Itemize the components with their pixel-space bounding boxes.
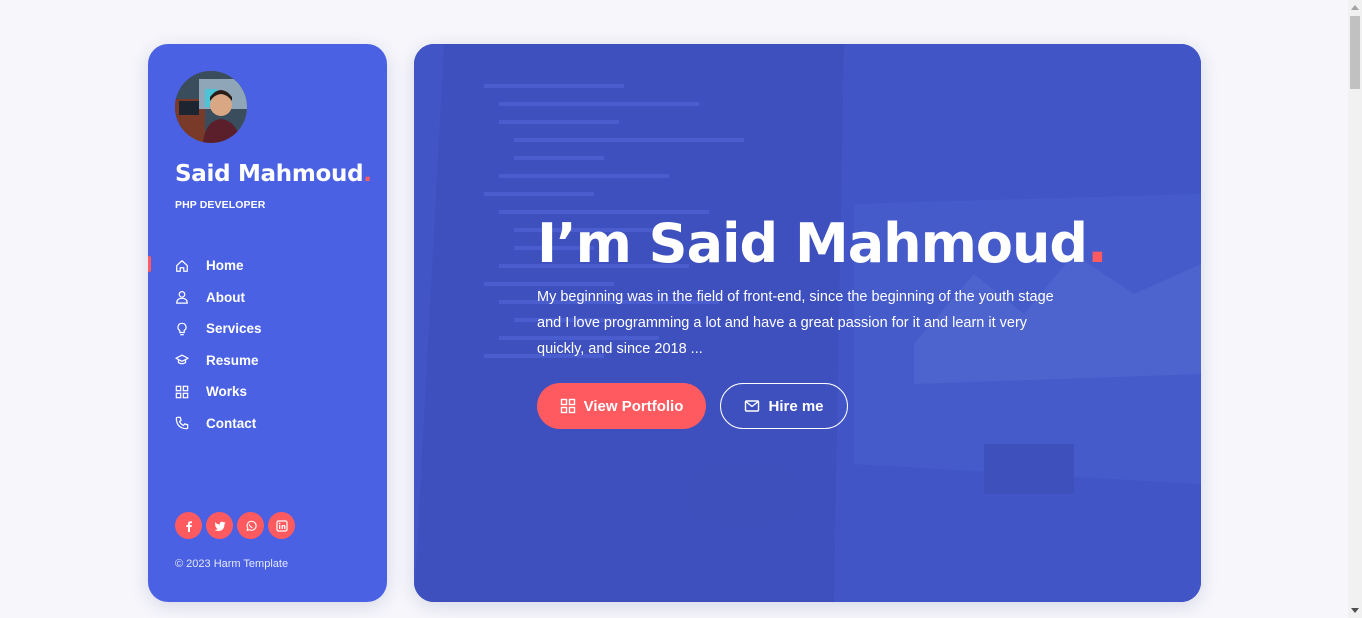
nav-item-works[interactable]: Works — [148, 376, 387, 408]
graduation-cap-icon — [175, 353, 189, 367]
profile-role: PHP DEVELOPER — [175, 199, 266, 211]
hero-title-text: I’m Said Mahmoud — [537, 212, 1088, 275]
nav-item-label: Resume — [206, 352, 259, 368]
nav-item-services[interactable]: Services — [148, 313, 387, 345]
scrollbar-thumb[interactable] — [1350, 16, 1360, 89]
copyright: © 2023 Harm Template — [175, 558, 289, 570]
nav-item-home[interactable]: Home — [148, 250, 387, 282]
mail-icon — [745, 400, 760, 412]
nav-item-label: Contact — [206, 415, 257, 431]
nav-item-contact[interactable]: Contact — [148, 408, 387, 440]
hero-section: I’m Said Mahmoud. My beginning was in th… — [414, 44, 1201, 602]
home-icon — [175, 259, 189, 273]
hire-me-button[interactable]: Hire me — [720, 383, 848, 429]
nav-item-label: Works — [206, 384, 248, 400]
profile-name-text: Said Mahmoud — [175, 161, 364, 187]
hero-title: I’m Said Mahmoud. — [537, 212, 1108, 275]
user-icon — [175, 290, 189, 304]
profile-name-dot: . — [363, 161, 372, 187]
avatar-image — [175, 71, 247, 143]
nav-item-label: Services — [206, 321, 262, 337]
scroll-up-arrow-icon[interactable] — [1351, 5, 1359, 10]
hire-me-label: Hire me — [768, 397, 824, 415]
avatar[interactable] — [175, 71, 247, 143]
nav-item-resume[interactable]: Resume — [148, 345, 387, 377]
nav-item-label: About — [206, 289, 245, 305]
bulb-icon — [175, 322, 189, 336]
main-nav: Home About Services Resume Works Contact — [148, 250, 387, 439]
grid-icon — [560, 398, 575, 414]
twitter-icon — [214, 521, 225, 531]
hero-title-dot: . — [1087, 212, 1107, 275]
facebook-icon — [185, 520, 192, 532]
profile-name: Said Mahmoud. — [175, 161, 372, 187]
nav-item-about[interactable]: About — [148, 282, 387, 314]
page-scrollbar[interactable] — [1348, 0, 1362, 618]
whatsapp-link[interactable] — [237, 512, 264, 539]
grid-icon — [175, 385, 189, 399]
view-portfolio-button[interactable]: View Portfolio — [537, 383, 706, 429]
phone-icon — [175, 416, 189, 430]
facebook-link[interactable] — [175, 512, 202, 539]
whatsapp-icon — [245, 520, 257, 531]
social-links — [175, 512, 295, 539]
nav-item-label: Home — [206, 258, 244, 274]
linkedin-link[interactable] — [268, 512, 295, 539]
hero-description: My beginning was in the field of front-e… — [537, 289, 1054, 357]
view-portfolio-label: View Portfolio — [583, 397, 684, 415]
scroll-down-arrow-icon[interactable] — [1351, 608, 1359, 613]
linkedin-icon — [275, 519, 288, 532]
twitter-link[interactable] — [206, 512, 233, 539]
sidebar: Said Mahmoud. PHP DEVELOPER Home About S… — [148, 44, 387, 602]
